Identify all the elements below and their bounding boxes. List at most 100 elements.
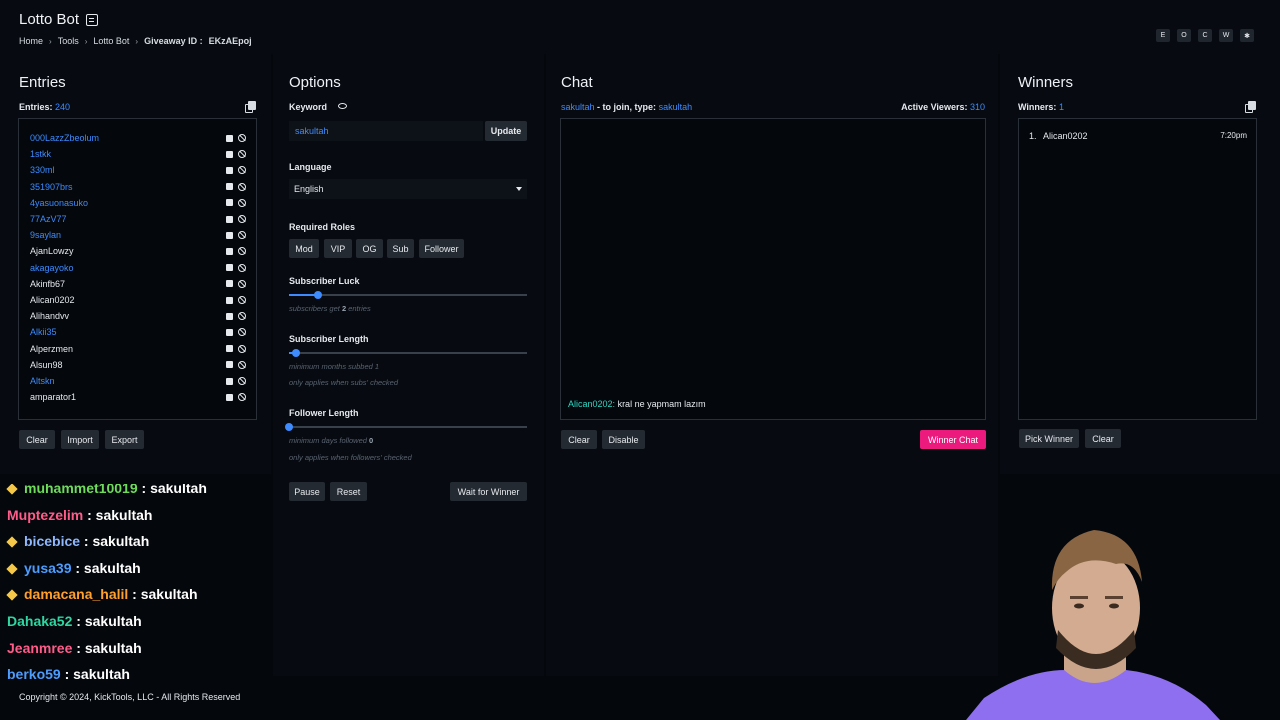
overlay-chat-line: Muptezelim : sakultah <box>7 507 152 523</box>
entry-row: Alihandvv <box>19 308 256 324</box>
chevron-down-icon <box>516 187 522 191</box>
ban-icon[interactable] <box>238 134 246 142</box>
follower-length-slider[interactable] <box>285 423 527 431</box>
update-keyword-button[interactable]: Update <box>485 121 527 141</box>
ban-icon[interactable] <box>238 344 246 353</box>
role-og-toggle[interactable]: OG <box>356 239 383 258</box>
checkbox-icon[interactable] <box>226 345 233 353</box>
subscriber-luck-handle[interactable] <box>313 291 322 299</box>
entry-actions <box>226 227 246 243</box>
overlay-chat-text: : sakultah <box>141 484 207 496</box>
role-sub-toggle[interactable]: Sub <box>387 239 414 258</box>
entry-name: Alican0202 <box>30 295 75 305</box>
checkbox-icon[interactable] <box>226 361 233 369</box>
breadcrumb-tools[interactable]: Tools <box>58 36 79 46</box>
ban-icon[interactable] <box>238 296 246 304</box>
follower-length-handle[interactable] <box>285 423 293 431</box>
subscriber-luck-slider[interactable] <box>289 291 527 299</box>
export-entries-button[interactable]: Export <box>105 430 144 449</box>
ban-icon[interactable] <box>238 360 246 369</box>
entry-actions <box>226 276 246 292</box>
breadcrumb-lotto-bot[interactable]: Lotto Bot <box>93 36 129 46</box>
entries-list[interactable]: 000LazzZbeolum 1stkk 330ml 351907brs 4yasuon… <box>18 118 257 420</box>
ban-icon[interactable] <box>238 263 246 272</box>
ban-icon[interactable] <box>238 377 246 385</box>
checkbox-icon[interactable] <box>226 296 233 304</box>
winner-chat-button[interactable]: Winner Chat <box>920 430 986 449</box>
checkbox-icon[interactable] <box>226 328 233 336</box>
checkbox-icon[interactable] <box>226 280 233 288</box>
reset-button[interactable]: Reset <box>330 482 367 501</box>
checkbox-icon[interactable] <box>226 134 233 142</box>
role-vip-toggle[interactable]: VIP <box>324 239 352 258</box>
entry-name: 351907brs <box>30 181 73 192</box>
ban-icon[interactable] <box>238 182 246 191</box>
ban-icon[interactable] <box>238 231 246 240</box>
subscriber-length-slider[interactable] <box>289 349 527 357</box>
entry-actions <box>226 292 246 308</box>
checkbox-icon[interactable] <box>226 393 233 401</box>
pick-winner-button[interactable]: Pick Winner <box>1019 429 1079 448</box>
winners-count: Winners: 1 <box>1018 102 1064 112</box>
ban-icon[interactable] <box>238 312 246 321</box>
subscriber-luck-value: 2 <box>341 304 347 313</box>
keyword-value: sakultah <box>295 126 329 136</box>
eye-icon[interactable] <box>337 103 347 109</box>
corner-button-o[interactable]: O <box>1177 29 1191 42</box>
corner-button-c[interactable]: C <box>1198 29 1212 42</box>
chat-log[interactable]: Alican0202: kral ne yapmam lazım <box>560 118 986 420</box>
entry-row: Akinfb67 <box>19 276 256 292</box>
checkbox-icon[interactable] <box>226 166 233 174</box>
checkbox-icon[interactable] <box>226 183 233 191</box>
copy-entries-icon[interactable] <box>245 101 256 113</box>
disable-chat-button[interactable]: Disable <box>602 430 645 449</box>
ban-icon[interactable] <box>238 150 246 159</box>
ban-icon[interactable] <box>238 198 246 207</box>
role-follower-toggle[interactable]: Follower <box>419 239 464 258</box>
follower-length-value: 0 <box>369 436 374 445</box>
entry-actions <box>226 389 246 405</box>
badge-icon <box>6 536 18 548</box>
keyword-input[interactable]: sakultah <box>289 121 483 141</box>
checkbox-icon[interactable] <box>226 264 233 272</box>
corner-button-w[interactable]: W <box>1219 29 1233 42</box>
pause-button[interactable]: Pause <box>289 482 325 501</box>
checkbox-icon[interactable] <box>226 199 233 207</box>
checkbox-icon[interactable] <box>226 377 233 385</box>
corner-button-e[interactable]: E <box>1156 29 1170 42</box>
ban-icon[interactable] <box>238 279 246 288</box>
role-mod-toggle[interactable]: Mod <box>289 239 319 258</box>
import-entries-button[interactable]: Import <box>61 430 99 449</box>
language-select[interactable]: English <box>289 179 527 199</box>
breadcrumb-home[interactable]: Home <box>19 36 43 46</box>
overlay-chat-text: : sakultah <box>76 613 142 629</box>
overlay-chat-user: bicebice <box>24 533 81 550</box>
clear-entries-button[interactable]: Clear <box>19 430 55 449</box>
checkbox-icon[interactable] <box>226 231 233 239</box>
checkbox-icon[interactable] <box>226 150 233 158</box>
footer-copyright: Copyright © 2024, KickTools, LLC - All R… <box>19 692 241 702</box>
subscriber-length-hint: minimum months subbed 1 <box>289 362 380 371</box>
checkbox-icon[interactable] <box>226 215 233 223</box>
ban-icon[interactable] <box>238 166 246 175</box>
entries-count-value: 240 <box>55 102 71 112</box>
subscriber-length-handle[interactable] <box>292 349 301 357</box>
follower-length-note: only applies when followers' checked <box>289 453 412 462</box>
overlay-chat-line: yusa39 : sakultah <box>6 560 141 576</box>
checkbox-icon[interactable] <box>226 312 233 320</box>
wait-for-winner-button[interactable]: Wait for Winner <box>450 482 527 501</box>
entry-actions <box>226 324 246 340</box>
copy-winners-icon[interactable] <box>1245 101 1256 113</box>
checkbox-icon[interactable] <box>226 247 233 255</box>
ban-icon[interactable] <box>238 215 246 223</box>
subscriber-luck-hint-post: entries <box>348 304 371 313</box>
subscriber-luck-hint-pre: subscribers get <box>289 304 340 313</box>
clear-chat-button[interactable]: Clear <box>561 430 597 449</box>
winners-list[interactable]: 1. Alican0202 7:20pm <box>1018 118 1257 420</box>
settings-icon[interactable]: ✱ <box>1240 29 1254 42</box>
ban-icon[interactable] <box>238 328 246 337</box>
ban-icon[interactable] <box>238 247 246 256</box>
clear-winners-button[interactable]: Clear <box>1085 429 1121 448</box>
overlay-chat-user: berko59 <box>7 666 61 683</box>
ban-icon[interactable] <box>238 393 246 402</box>
